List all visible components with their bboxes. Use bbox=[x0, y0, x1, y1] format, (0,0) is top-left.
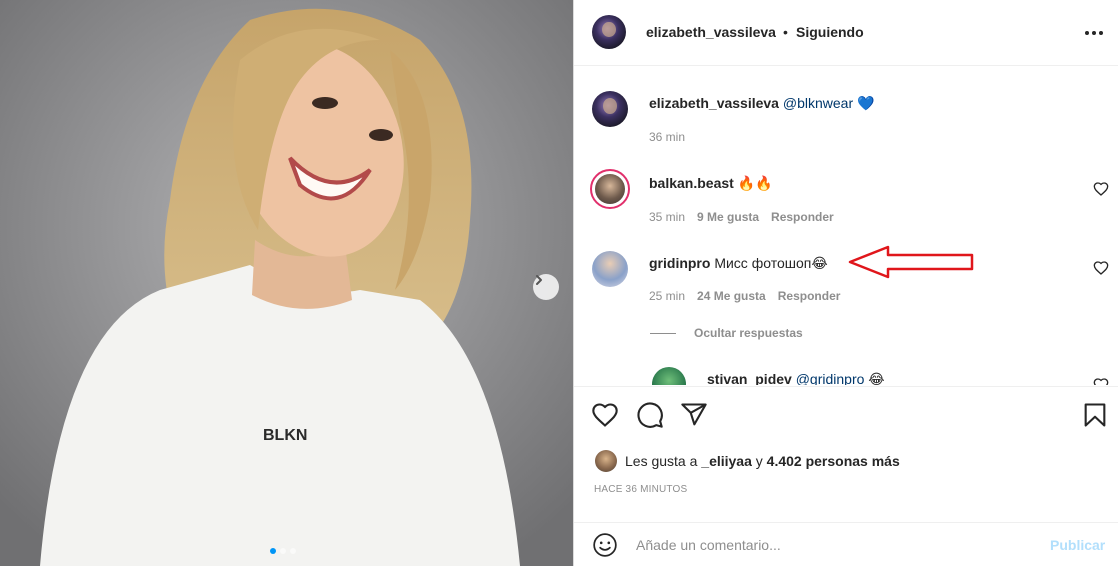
reply-username[interactable]: stivan_pidev bbox=[707, 371, 792, 385]
hide-replies-button[interactable]: Ocultar respuestas bbox=[650, 326, 803, 340]
following-button[interactable]: Siguiendo bbox=[796, 24, 864, 40]
comment-avatar[interactable] bbox=[590, 169, 630, 209]
reply-button[interactable]: Responder bbox=[771, 210, 834, 224]
heart-icon[interactable] bbox=[591, 401, 619, 429]
comment-username[interactable]: gridinpro bbox=[649, 255, 710, 271]
liker-avatar[interactable] bbox=[595, 450, 617, 472]
reply-row: stivan_pidev @gridinpro 😂 bbox=[574, 365, 1118, 385]
more-options-icon[interactable] bbox=[1082, 24, 1106, 42]
action-bar bbox=[574, 386, 1118, 438]
likes-prefix: Les gusta a bbox=[625, 453, 698, 469]
post-header: elizabeth_vassileva • Siguiendo bbox=[574, 0, 1118, 66]
photo-illustration: BLKN bbox=[0, 0, 573, 566]
comment-row: balkan.beast 🔥🔥 35 min 9 Me gusta Responde… bbox=[574, 167, 1118, 237]
carousel-dot bbox=[270, 548, 276, 554]
caption-username[interactable]: elizabeth_vassileva bbox=[649, 95, 779, 111]
author-avatar[interactable] bbox=[592, 15, 626, 49]
caption-time: 36 min bbox=[649, 130, 686, 144]
share-icon[interactable] bbox=[680, 401, 708, 429]
chevron-right-icon bbox=[536, 275, 542, 285]
carousel-next-button[interactable] bbox=[533, 274, 559, 300]
comment-time: 25 min bbox=[649, 289, 686, 303]
divider bbox=[650, 332, 676, 334]
comment-input[interactable] bbox=[636, 534, 1036, 556]
carousel-dot bbox=[280, 548, 286, 554]
reply-button[interactable]: Responder bbox=[778, 289, 841, 303]
carousel-dot bbox=[290, 548, 296, 554]
add-comment-bar: Publicar bbox=[574, 522, 1118, 566]
reply-avatar[interactable] bbox=[652, 367, 686, 385]
carousel-dots bbox=[270, 548, 296, 554]
comment-text: balkan.beast 🔥🔥 bbox=[649, 175, 773, 192]
publish-button[interactable]: Publicar bbox=[1050, 537, 1105, 553]
author-username[interactable]: elizabeth_vassileva bbox=[646, 24, 776, 40]
likes-count-button[interactable]: 4.402 personas más bbox=[767, 453, 900, 469]
comment-likes[interactable]: 9 Me gusta bbox=[697, 210, 759, 224]
caption-emoji: 💙 bbox=[857, 95, 875, 111]
caption-avatar[interactable] bbox=[592, 91, 628, 127]
comment-meta: 25 min 24 Me gusta Responder bbox=[649, 289, 840, 303]
reply-mention[interactable]: @gridinpro bbox=[796, 371, 865, 385]
comments-list: elizabeth_vassileva @blknwear 💙 36 min b… bbox=[574, 67, 1118, 385]
caption-row: elizabeth_vassileva @blknwear 💙 36 min bbox=[574, 67, 1118, 147]
comment-meta: 35 min 9 Me gusta Responder bbox=[649, 210, 834, 224]
caption-mention[interactable]: @blknwear bbox=[783, 95, 853, 111]
post-details-panel: elizabeth_vassileva • Siguiendo elizabet… bbox=[573, 0, 1118, 566]
separator-dot: • bbox=[783, 24, 788, 40]
comment-row: gridinpro Мисс фотошоп😂 25 min 24 Me gust… bbox=[574, 247, 1118, 317]
likes-summary: Les gusta a _eliiyaa y 4.402 personas má… bbox=[595, 450, 900, 472]
emoji-icon[interactable] bbox=[592, 532, 618, 558]
comment-text: gridinpro Мисс фотошоп😂 bbox=[649, 255, 828, 272]
comment-like-icon[interactable] bbox=[1093, 181, 1109, 197]
bookmark-icon[interactable] bbox=[1081, 401, 1109, 429]
hide-replies-label: Ocultar respuestas bbox=[694, 326, 803, 340]
likes-conj: y bbox=[755, 453, 763, 469]
comment-time: 35 min bbox=[649, 210, 686, 224]
caption-text: elizabeth_vassileva @blknwear 💙 bbox=[649, 95, 874, 112]
liker-username[interactable]: _eliiyaa bbox=[701, 453, 752, 469]
comment-icon[interactable] bbox=[636, 401, 664, 429]
comment-like-icon[interactable] bbox=[1093, 377, 1109, 385]
comment-likes[interactable]: 24 Me gusta bbox=[697, 289, 766, 303]
post-time[interactable]: HACE 36 MINUTOS bbox=[594, 484, 687, 495]
shirt-logo: BLKN bbox=[263, 427, 307, 444]
post-photo: BLKN bbox=[0, 0, 573, 566]
comment-body: 🔥🔥 bbox=[737, 175, 773, 191]
comment-body: Мисс фотошоп😂 bbox=[714, 255, 828, 271]
comment-avatar[interactable] bbox=[592, 251, 628, 287]
comment-like-icon[interactable] bbox=[1093, 260, 1109, 276]
reply-emoji: 😂 bbox=[868, 371, 885, 385]
comment-username[interactable]: balkan.beast bbox=[649, 175, 734, 191]
reply-text: stivan_pidev @gridinpro 😂 bbox=[707, 371, 885, 385]
